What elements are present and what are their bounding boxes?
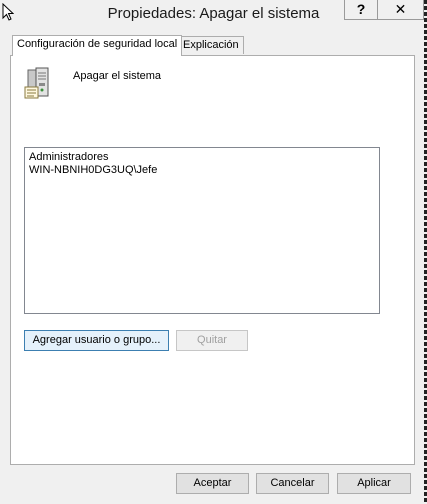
ok-button[interactable]: Aceptar: [176, 473, 249, 494]
tab-explain[interactable]: Explicación: [178, 36, 244, 54]
cancel-button[interactable]: Cancelar: [256, 473, 329, 494]
list-item[interactable]: WIN-NBNIH0DG3UQ\Jefe: [29, 164, 375, 177]
remove-button[interactable]: Quitar: [176, 330, 248, 351]
mouse-cursor-icon: [2, 3, 14, 21]
title-bar[interactable]: Propiedades: Apagar el sistema ? ✕: [0, 0, 427, 30]
list-item[interactable]: Administradores: [29, 151, 375, 164]
properties-dialog: Propiedades: Apagar el sistema ? ✕ Confi…: [0, 0, 427, 504]
policy-name: Apagar el sistema: [73, 70, 162, 82]
help-button[interactable]: ?: [344, 0, 378, 20]
server-icon: [24, 67, 49, 99]
add-user-or-group-button[interactable]: Agregar usuario o grupo...: [24, 330, 169, 351]
tab-local-security-setting[interactable]: Configuración de seguridad local: [12, 35, 183, 56]
apply-button[interactable]: Aplicar: [337, 473, 411, 494]
close-button[interactable]: ✕: [377, 0, 424, 20]
members-list[interactable]: Administradores WIN-NBNIH0DG3UQ\Jefe: [24, 147, 380, 314]
